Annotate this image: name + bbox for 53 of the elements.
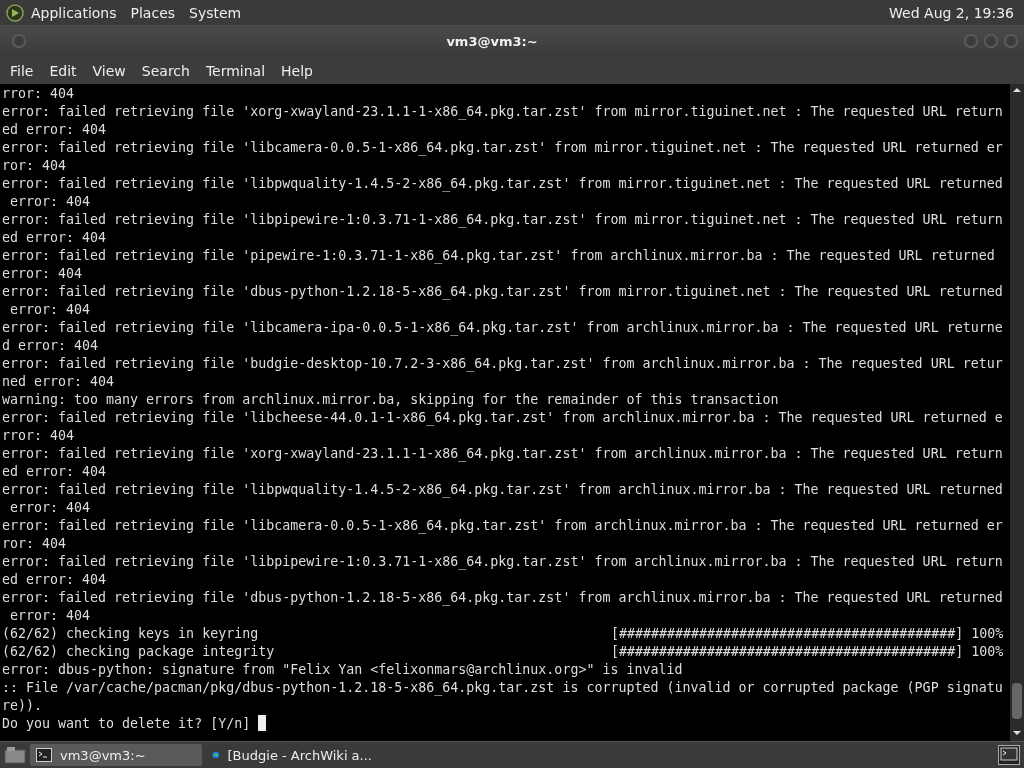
terminal-line: error: failed retrieving file 'libcamera-ipa-0.0.5-1-x86_64.pkg.tar.zst' from archlinux.mirror.ba : The requested URL returne (2, 319, 1004, 337)
terminal-line: error: 404 (9, 193, 92, 211)
terminal-line: ror: 404 (2, 535, 68, 553)
terminal-line: error: 404 (2, 265, 84, 283)
terminal-line: error: failed retrieving file 'libpwquality-1.4.5-2-x86_64.pkg.tar.zst' from mirror.tiguinet.net : The requested URL returned (2, 175, 1004, 193)
menu-item[interactable]: Edit (41, 62, 85, 79)
menu-item[interactable]: View (84, 62, 134, 79)
menu-item[interactable]: Search (133, 62, 198, 79)
menu-item[interactable]: Terminal (197, 62, 274, 79)
terminal-line: error: 404 (9, 301, 92, 319)
clock[interactable]: Wed Aug 2, 19:36 (889, 4, 1018, 21)
terminal-line: re)). (2, 697, 44, 715)
terminal-line: error: failed retrieving file 'pipewire-1:0.3.71-1-x86_64.pkg.tar.zst' from archlinux.mirror.ba : The requested URL returned (2, 247, 996, 265)
terminal-line: error: failed retrieving file 'xorg-xwayland-23.1.1-1-x86_64.pkg.tar.zst' from mirror.tiguinet.net : The requested URL return (2, 103, 1004, 121)
menu-item[interactable]: File (2, 62, 42, 79)
terminal-line: :: File /var/cache/pacman/pkg/dbus-python-1.2.18-5-x86_64.pkg.tar.zst is corrupted (invalid or corrupted package (PGP signatu (2, 679, 1004, 697)
terminal-line: rror: 404 (2, 85, 76, 103)
terminal-line: ed error: 404 (2, 463, 108, 481)
progress-bar-text: [##########################################] (611, 625, 964, 643)
taskbar-task[interactable]: vm3@vm3:~ (30, 744, 202, 766)
terminal-line: ed error: 404 (2, 121, 108, 139)
terminal-line: warning: too many errors from archlinux.mirror.ba, skipping for the remainder of this transaction (2, 391, 780, 409)
panel-menu[interactable]: Applications (24, 4, 124, 21)
terminal-prompt: Do you want to delete it? [Y/n] (2, 715, 252, 733)
terminal-line: error: failed retrieving file 'libpipewire-1:0.3.71-1-x86_64.pkg.tar.zst' from mirror.tiguinet.net : The requested URL return (2, 211, 1004, 229)
panel-menu[interactable]: Places (123, 4, 183, 21)
progress-percent: 100% (970, 625, 1004, 643)
terminal-line: error: failed retrieving file 'dbus-python-1.2.18-5-x86_64.pkg.tar.zst' from mirror.tiguinet.net : The requested URL returned (2, 283, 1004, 301)
terminal-line: ror: 404 (2, 157, 68, 175)
menu-item[interactable]: Help (273, 62, 321, 79)
terminal-line: ed error: 404 (2, 229, 108, 247)
terminal-line: (62/62) checking package integrity (2, 643, 276, 661)
terminal-line: d error: 404 (2, 337, 100, 355)
progress-bar-text: [##########################################] (611, 643, 964, 661)
taskbar-task[interactable]: [Budgie - ArchWiki a... (206, 744, 378, 766)
window-title: vm3@vm3:~ (445, 33, 539, 49)
panel-menu[interactable]: System (182, 4, 249, 21)
terminal-line: error: 404 (9, 607, 92, 625)
terminal-line: error: failed retrieving file 'libcamera-0.0.5-1-x86_64.pkg.tar.zst' from mirror.tiguinet.net : The requested URL returned er (2, 139, 1004, 157)
progress-percent: 100% (970, 643, 1004, 661)
terminal-line: error: failed retrieving file 'xorg-xwayland-23.1.1-1-x86_64.pkg.tar.zst' from archlinux.mirror.ba : The requested URL return (2, 445, 1004, 463)
terminal-line: ned error: 404 (2, 373, 116, 391)
terminal-line: rror: 404 (2, 427, 76, 445)
terminal-line: error: failed retrieving file 'libcamera-0.0.5-1-x86_64.pkg.tar.zst' from archlinux.mirror.ba : The requested URL returned er (2, 517, 1004, 535)
terminal-line: error: 404 (9, 499, 92, 517)
terminal-line: error: failed retrieving file 'budgie-desktop-10.7.2-3-x86_64.pkg.tar.zst' from archlinux.mirror.ba : The requested URL retur (2, 355, 1004, 373)
terminal-line: (62/62) checking keys in keyring (2, 625, 260, 643)
terminal-line: error: failed retrieving file 'dbus-python-1.2.18-5-x86_64.pkg.tar.zst' from archlinux.mirror.ba : The requested URL returned (2, 589, 1004, 607)
terminal-line: error: dbus-python: signature from "Felix Yan <felixonmars@archlinux.org>" is invalid (2, 661, 684, 679)
terminal-line: error: failed retrieving file 'libpwquality-1.4.5-2-x86_64.pkg.tar.zst' from archlinux.mirror.ba : The requested URL returned (2, 481, 1004, 499)
terminal-line: error: failed retrieving file 'libcheese-44.0.1-1-x86_64.pkg.tar.zst' from archlinux.mirror.ba : The requested URL returned e (2, 409, 1004, 427)
terminal-line: error: failed retrieving file 'libpipewire-1:0.3.71-1-x86_64.pkg.tar.zst' from archlinux.mirror.ba : The requested URL return (2, 553, 1004, 571)
terminal-line: ed error: 404 (2, 571, 108, 589)
